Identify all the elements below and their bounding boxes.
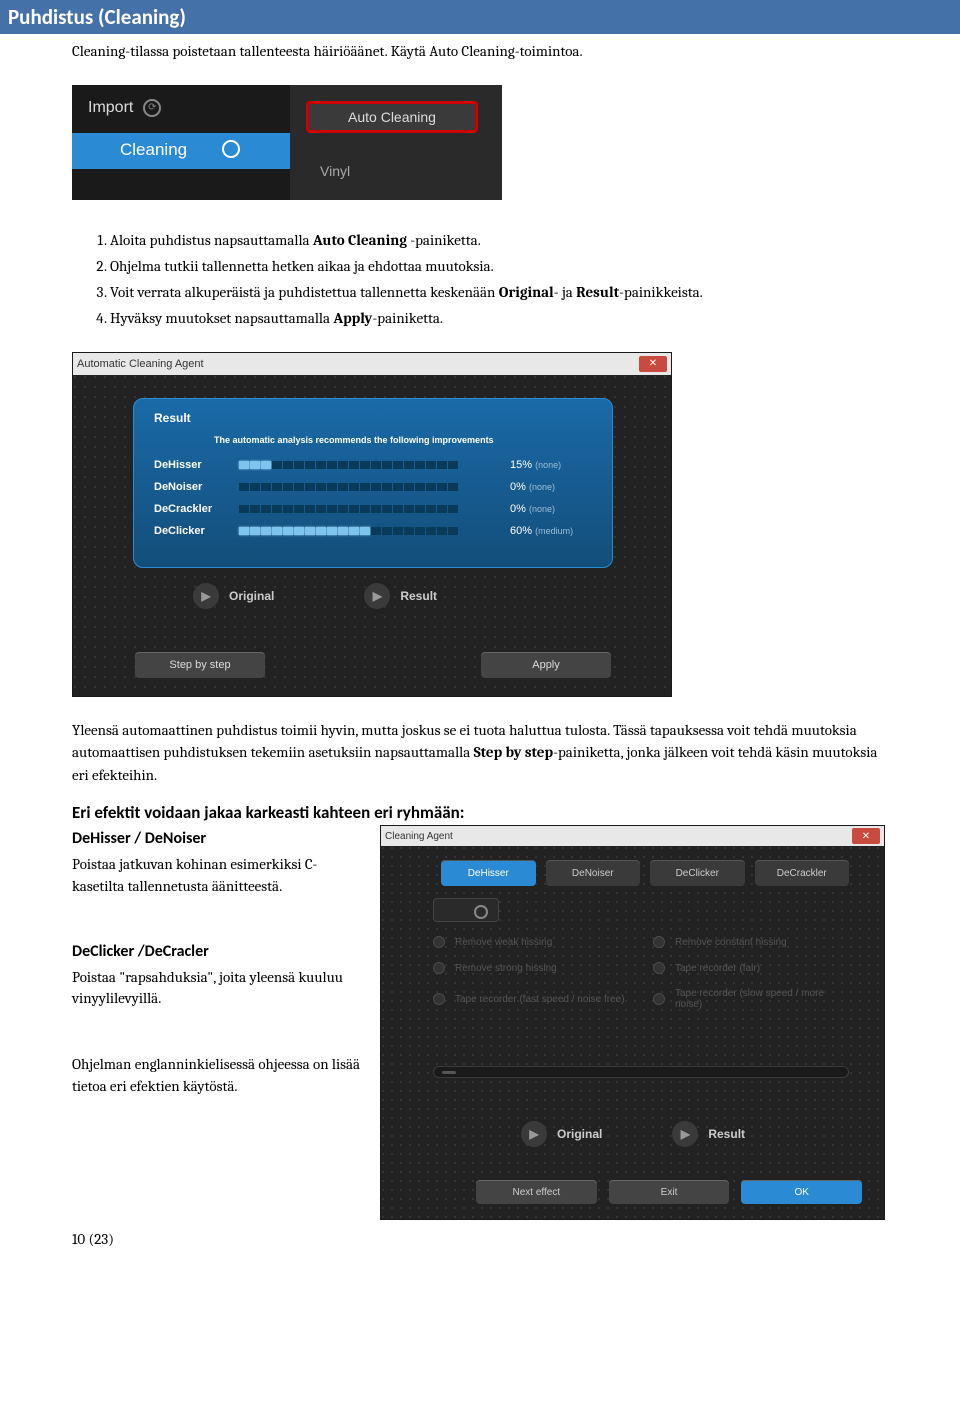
- radio-icon: [433, 993, 445, 1005]
- effect-row: DeCrackler 0% (none): [154, 503, 592, 515]
- effect-bar: [239, 505, 502, 513]
- effect-label: DeCrackler: [154, 503, 239, 515]
- result-panel: Result The automatic analysis recommends…: [133, 398, 613, 568]
- screenshot-menu: Import ⟳ Cleaning Auto Cleaning Vinyl: [72, 85, 502, 200]
- preset-option[interactable]: Remove strong hissing: [433, 962, 629, 974]
- page-number: 10 (23): [72, 1230, 888, 1248]
- group-heading: Eri efektit voidaan jakaa karkeasti kaht…: [72, 802, 888, 823]
- effect-tab[interactable]: DeHisser: [441, 860, 536, 886]
- ok-button[interactable]: OK: [741, 1180, 862, 1204]
- step-4: Hyväksy muutokset napsauttamalla Apply-p…: [110, 306, 888, 330]
- effect-tab[interactable]: DeNoiser: [546, 860, 641, 886]
- radio-icon: [433, 962, 445, 974]
- final-text: Ohjelman englanninkielisessä ohjeessa on…: [72, 1054, 362, 1098]
- result-label: Result: [400, 589, 437, 603]
- effect-bar: [239, 527, 502, 535]
- dialog-title: Cleaning Agent: [385, 831, 453, 842]
- step-3: Voit verrata alkuperäistä ja puhdistettu…: [110, 280, 888, 304]
- preset-option[interactable]: Remove weak hissing: [433, 936, 629, 948]
- effect-row: DeClicker 60% (medium): [154, 525, 592, 537]
- play-icon[interactable]: ▶: [193, 583, 219, 609]
- result-play[interactable]: ▶ Result: [364, 583, 437, 609]
- dehisser-heading: DeHisser / DeNoiser: [72, 829, 362, 848]
- declicker-text: Poistaa "rapsahduksia", joita yleensä ku…: [72, 967, 362, 1011]
- step-by-step-button[interactable]: Step by step: [135, 652, 265, 678]
- explain-text: Yleensä automaattinen puhdistus toimii h…: [72, 719, 888, 787]
- effect-row: DeNoiser 0% (none): [154, 481, 592, 493]
- preset-label: Tape recorder (fair): [675, 963, 760, 974]
- preset-label: Tape recorder (slow speed / more noise): [675, 988, 849, 1010]
- effect-tab[interactable]: DeClicker: [650, 860, 745, 886]
- preset-option[interactable]: Tape recorder (fast speed / noise free): [433, 988, 629, 1010]
- preset-label: Remove weak hissing: [455, 937, 552, 948]
- vinyl-label[interactable]: Vinyl: [320, 163, 350, 179]
- play-icon[interactable]: ▶: [672, 1121, 698, 1147]
- effect-row: DeHisser 15% (none): [154, 459, 592, 471]
- apply-button[interactable]: Apply: [481, 652, 611, 678]
- intensity-slider[interactable]: [433, 1066, 849, 1078]
- close-icon[interactable]: ✕: [639, 356, 667, 372]
- effect-value: 0% (none): [502, 481, 592, 493]
- step-1: Aloita puhdistus napsauttamalla Auto Cle…: [110, 228, 888, 252]
- original-label: Original: [229, 589, 274, 603]
- import-icon: ⟳: [143, 99, 161, 117]
- step-2: Ohjelma tutkii tallennetta hetken aikaa …: [110, 254, 888, 278]
- effect-label: DeClicker: [154, 525, 239, 537]
- radio-icon: [653, 962, 665, 974]
- effect-bar: [239, 483, 502, 491]
- effect-label: DeHisser: [154, 459, 239, 471]
- exit-button[interactable]: Exit: [609, 1180, 730, 1204]
- cleaning-icon: [222, 140, 240, 158]
- original-play[interactable]: ▶ Original: [193, 583, 274, 609]
- instruction-list: Aloita puhdistus napsauttamalla Auto Cle…: [110, 228, 888, 330]
- preset-label: Remove strong hissing: [455, 963, 557, 974]
- effect-value: 60% (medium): [502, 525, 592, 537]
- radio-icon: [653, 993, 665, 1005]
- result-title: Result: [154, 411, 592, 425]
- dehisser-text: Poistaa jatkuvan kohinan esimerkiksi C-k…: [72, 854, 362, 898]
- section-header: Puhdistus (Cleaning): [0, 0, 960, 34]
- intro-text: Cleaning-tilassa poistetaan tallenteesta…: [72, 40, 888, 63]
- radio-icon: [433, 936, 445, 948]
- screenshot-cleaning-agent: Cleaning Agent ✕ DeHisser DeNoiser DeClick…: [380, 825, 885, 1220]
- auto-cleaning-button[interactable]: Auto Cleaning: [306, 101, 478, 133]
- declicker-heading: DeClicker /DeCracler: [72, 942, 362, 961]
- effect-bar: [239, 461, 502, 469]
- radio-icon: [653, 936, 665, 948]
- import-label: Import: [88, 99, 133, 117]
- preset-option[interactable]: Tape recorder (fair): [653, 962, 849, 974]
- effect-value: 15% (none): [502, 459, 592, 471]
- original-label: Original: [557, 1127, 602, 1141]
- screenshot-auto-agent: Automatic Cleaning Agent ✕ Result The au…: [72, 352, 672, 697]
- result-label: Result: [708, 1127, 745, 1141]
- result-play[interactable]: ▶ Result: [672, 1121, 745, 1147]
- original-play[interactable]: ▶ Original: [521, 1121, 602, 1147]
- dialog-title: Automatic Cleaning Agent: [77, 358, 204, 370]
- preset-option[interactable]: Tape recorder (slow speed / more noise): [653, 988, 849, 1010]
- next-effect-button[interactable]: Next effect: [476, 1180, 597, 1204]
- effect-label: DeNoiser: [154, 481, 239, 493]
- preset-label: Remove constant hissing: [675, 937, 787, 948]
- import-menu-item[interactable]: Import ⟳: [88, 99, 161, 117]
- effect-value: 0% (none): [502, 503, 592, 515]
- play-icon[interactable]: ▶: [521, 1121, 547, 1147]
- effect-tab[interactable]: DeCrackler: [755, 860, 850, 886]
- close-icon[interactable]: ✕: [852, 828, 880, 844]
- preset-option[interactable]: Remove constant hissing: [653, 936, 849, 948]
- play-icon[interactable]: ▶: [364, 583, 390, 609]
- dialog-titlebar: Cleaning Agent ✕: [381, 826, 884, 846]
- result-subtitle: The automatic analysis recommends the fo…: [214, 435, 592, 445]
- cleaning-label[interactable]: Cleaning: [120, 140, 187, 160]
- toggle-control[interactable]: [433, 898, 499, 922]
- preset-label: Tape recorder (fast speed / noise free): [455, 994, 625, 1005]
- dialog-titlebar: Automatic Cleaning Agent ✕: [73, 353, 671, 375]
